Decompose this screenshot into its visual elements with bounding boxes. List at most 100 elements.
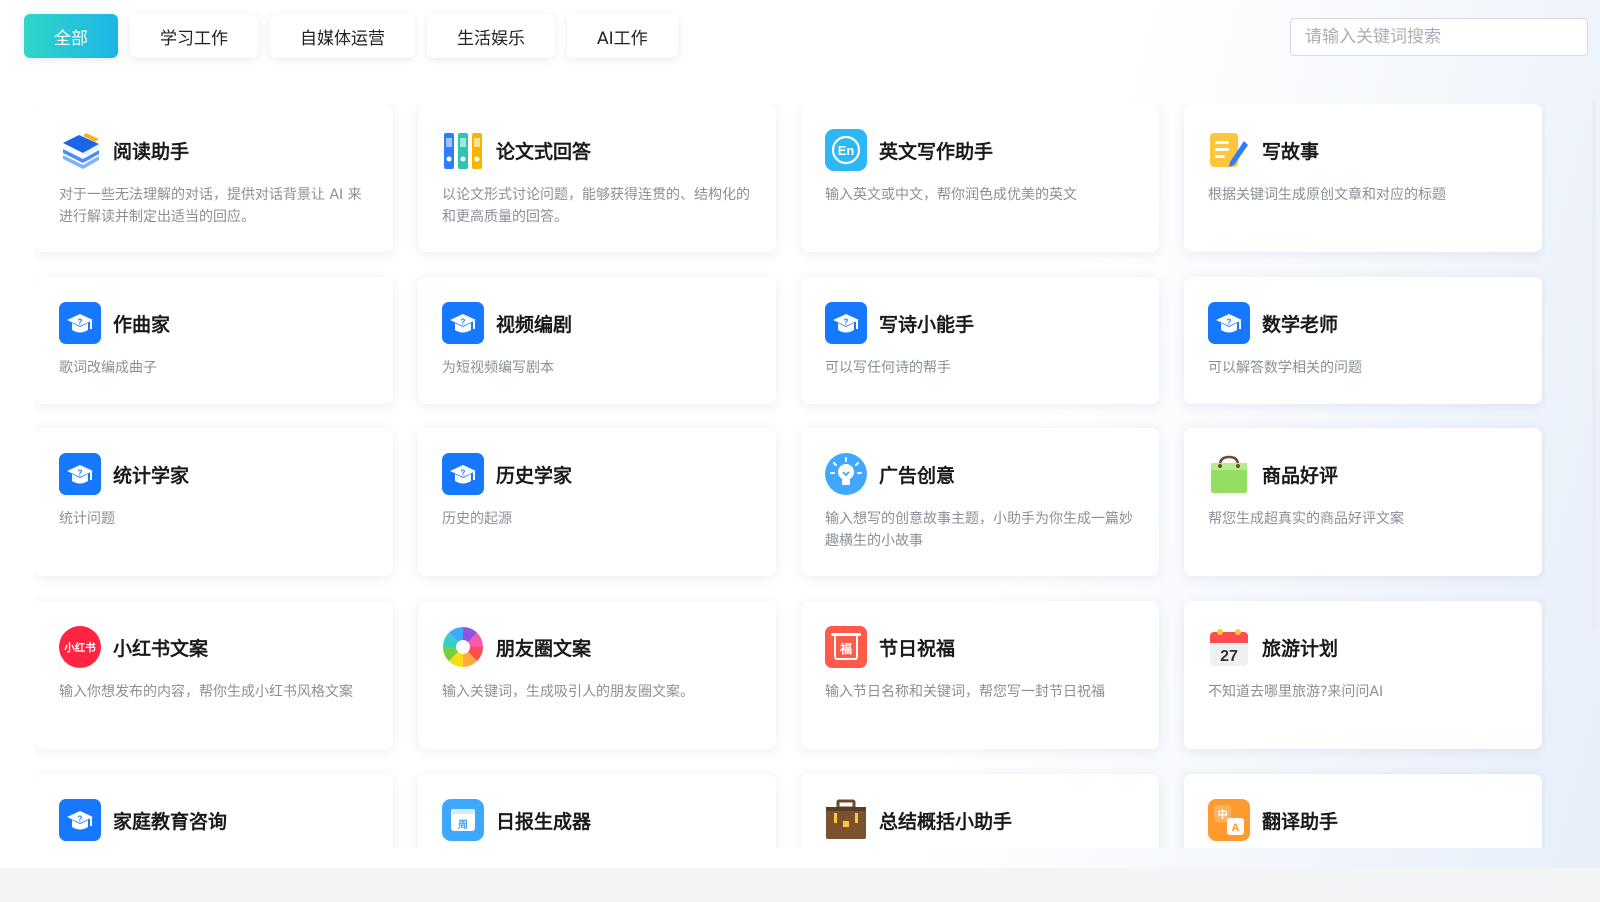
svg-text:?: ? [844, 318, 849, 327]
top-bar: 全部 学习工作 自媒体运营 生活娱乐 AI工作 [24, 14, 1588, 60]
assistant-card[interactable]: 广告创意输入想写的创意故事主题，小助手为你生成一篇妙趣横生的小故事 [801, 428, 1159, 576]
card-header: 27 旅游计划 [1208, 625, 1518, 669]
card-title: 写诗小能手 [879, 313, 975, 336]
card-description: 为短视频编写剧本 [442, 360, 554, 376]
assistant-card[interactable]: 阅读助手对于一些无法理解的对话，提供对话背景让 AI 来进行解读并制定出适当的回… [35, 104, 393, 252]
search-input[interactable] [1290, 18, 1588, 56]
assistant-card[interactable]: ? 统计学家 统计问题 [35, 428, 393, 576]
card-header: ? 历史学家 [442, 452, 752, 496]
card-title: 数学老师 [1262, 313, 1339, 336]
card-header: ? 统计学家 [59, 452, 369, 496]
card-title: 统计学家 [113, 464, 190, 487]
assistant-card[interactable]: 总结概括小助手 [801, 774, 1159, 848]
card-title: 写故事 [1262, 140, 1320, 163]
assistant-card[interactable]: ? 视频编剧为短视频编写剧本 [418, 277, 776, 404]
card-description: 可以解答数学相关的问题 [1208, 360, 1362, 376]
assistant-card[interactable]: 中 A 翻译助手 [1184, 774, 1542, 848]
card-title: 日报生成器 [496, 810, 592, 833]
svg-text:?: ? [78, 815, 83, 824]
binders-icon [444, 133, 482, 169]
calendar-icon: 27 [1210, 629, 1248, 666]
assistant-card[interactable]: 朋友圈文案输入关键词，生成吸引人的朋友圈文案。 [418, 601, 776, 749]
app-page: 全部 学习工作 自媒体运营 生活娱乐 AI工作 阅读助手对于一些无法理解的对话，… [0, 0, 1600, 902]
svg-text:周: 周 [458, 819, 468, 831]
assistant-card[interactable]: ? 数学老师可以解答数学相关的问题 [1184, 277, 1542, 404]
card-description: 输入想写的创意故事主题，小助手为你生成一篇妙趣横生的小故事 [825, 511, 1133, 549]
svg-text:小红书: 小红书 [63, 641, 96, 654]
card-description: 输入关键词，生成吸引人的朋友圈文案。 [442, 684, 694, 700]
tab-all[interactable]: 全部 [24, 14, 118, 58]
card-description: 可以写任何诗的帮手 [825, 360, 951, 376]
card-description: 输入英文或中文，帮你润色成优美的英文 [825, 187, 1077, 203]
card-title: 广告创意 [879, 464, 956, 487]
scrollbar[interactable] [1592, 100, 1596, 630]
card-title: 视频编剧 [496, 313, 573, 336]
svg-text:中: 中 [1218, 808, 1228, 821]
card-title: 商品好评 [1262, 464, 1339, 487]
tab-life-entertainment[interactable]: 生活娱乐 [427, 14, 555, 58]
graduation-cap-icon: ? [825, 302, 867, 344]
card-header: 论文式回答 [442, 128, 752, 172]
notepad-pen-icon [1210, 133, 1248, 167]
card-title: 家庭教育咨询 [113, 810, 228, 833]
card-header: 商品好评 [1208, 452, 1518, 496]
svg-text:A: A [1232, 822, 1240, 834]
card-title: 翻译助手 [1262, 810, 1339, 833]
graduation-cap-icon: ? [59, 799, 101, 841]
assistant-card[interactable]: ? 作曲家歌词改编成曲子 [35, 277, 393, 404]
card-header: En 英文写作助手 [825, 128, 1135, 172]
card-description: 对于一些无法理解的对话，提供对话背景让 AI 来进行解读并制定出适当的回应。 [59, 187, 362, 225]
card-header: 阅读助手 [59, 128, 369, 172]
card-description: 历史的起源 [442, 511, 512, 527]
assistant-card[interactable]: En 英文写作助手输入英文或中文，帮你润色成优美的英文 [801, 104, 1159, 252]
assistant-card[interactable]: ? 家庭教育咨询 [35, 774, 393, 848]
assistant-card-grid: 阅读助手对于一些无法理解的对话，提供对话背景让 AI 来进行解读并制定出适当的回… [35, 104, 1545, 848]
category-tabs: 全部 学习工作 自媒体运营 生活娱乐 AI工作 [24, 14, 678, 58]
assistant-card[interactable]: 写故事根据关键词生成原创文章和对应的标题 [1184, 104, 1542, 252]
card-description: 根据关键词生成原创文章和对应的标题 [1208, 187, 1446, 203]
assistant-card[interactable]: 商品好评帮您生成超真实的商品好评文案 [1184, 428, 1542, 576]
svg-text:福: 福 [839, 641, 852, 656]
xiaohongshu-icon: 小红书 [59, 626, 101, 668]
card-description: 以论文形式讨论问题，能够获得连贯的、结构化的和更高质量的回答。 [442, 187, 750, 225]
card-header: 周 日报生成器 [442, 798, 752, 842]
assistant-card[interactable]: 27 旅游计划不知道去哪里旅游?来问问AI [1184, 601, 1542, 749]
card-title: 作曲家 [113, 313, 171, 336]
card-description: 帮您生成超真实的商品好评文案 [1208, 511, 1404, 527]
card-header: 朋友圈文案 [442, 625, 752, 669]
card-description: 不知道去哪里旅游?来问问AI [1208, 684, 1384, 700]
assistant-card[interactable]: ? 历史学家历史的起源 [418, 428, 776, 576]
card-header: 中 A 翻译助手 [1208, 798, 1518, 842]
card-description: 歌词改编成曲子 [59, 360, 157, 376]
assistant-card[interactable]: 小红书 小红书文案 输入你想发布的内容，帮你生成小红书风格文案 [35, 601, 393, 749]
card-title: 阅读助手 [113, 140, 190, 163]
svg-text:?: ? [78, 469, 83, 478]
aperture-icon [443, 627, 483, 667]
card-header: 写故事 [1208, 128, 1518, 172]
svg-text:?: ? [461, 469, 466, 478]
assistant-card[interactable]: ? 写诗小能手可以写任何诗的帮手 [801, 277, 1159, 404]
card-title: 历史学家 [496, 464, 573, 487]
svg-text:?: ? [461, 318, 466, 327]
card-description: 输入节日名称和关键词，帮您写一封节日祝福 [825, 684, 1105, 700]
svg-text:27: 27 [1220, 648, 1238, 665]
graduation-cap-icon: ? [1208, 302, 1250, 344]
assistant-card[interactable]: 周 日报生成器 [418, 774, 776, 848]
bottom-bar [0, 868, 1600, 902]
graduation-cap-icon: ? [59, 302, 101, 344]
tab-study-work[interactable]: 学习工作 [130, 14, 258, 58]
card-title: 节日祝福 [879, 637, 956, 660]
assistant-card[interactable]: 福 节日祝福输入节日名称和关键词，帮您写一封节日祝福 [801, 601, 1159, 749]
svg-text:?: ? [1227, 318, 1232, 327]
card-header: ? 数学老师 [1208, 301, 1518, 345]
books-icon [63, 133, 99, 169]
card-title: 小红书文案 [113, 637, 209, 660]
card-title: 论文式回答 [496, 140, 592, 163]
graduation-cap-icon: ? [442, 302, 484, 344]
card-header: ? 写诗小能手 [825, 301, 1135, 345]
tab-ai-work[interactable]: AI工作 [567, 14, 678, 58]
graduation-cap-icon: ? [59, 453, 101, 495]
assistant-card[interactable]: 论文式回答以论文形式讨论问题，能够获得连贯的、结构化的和更高质量的回答。 [418, 104, 776, 252]
tab-self-media[interactable]: 自媒体运营 [270, 14, 415, 58]
card-header: 福 节日祝福 [825, 625, 1135, 669]
